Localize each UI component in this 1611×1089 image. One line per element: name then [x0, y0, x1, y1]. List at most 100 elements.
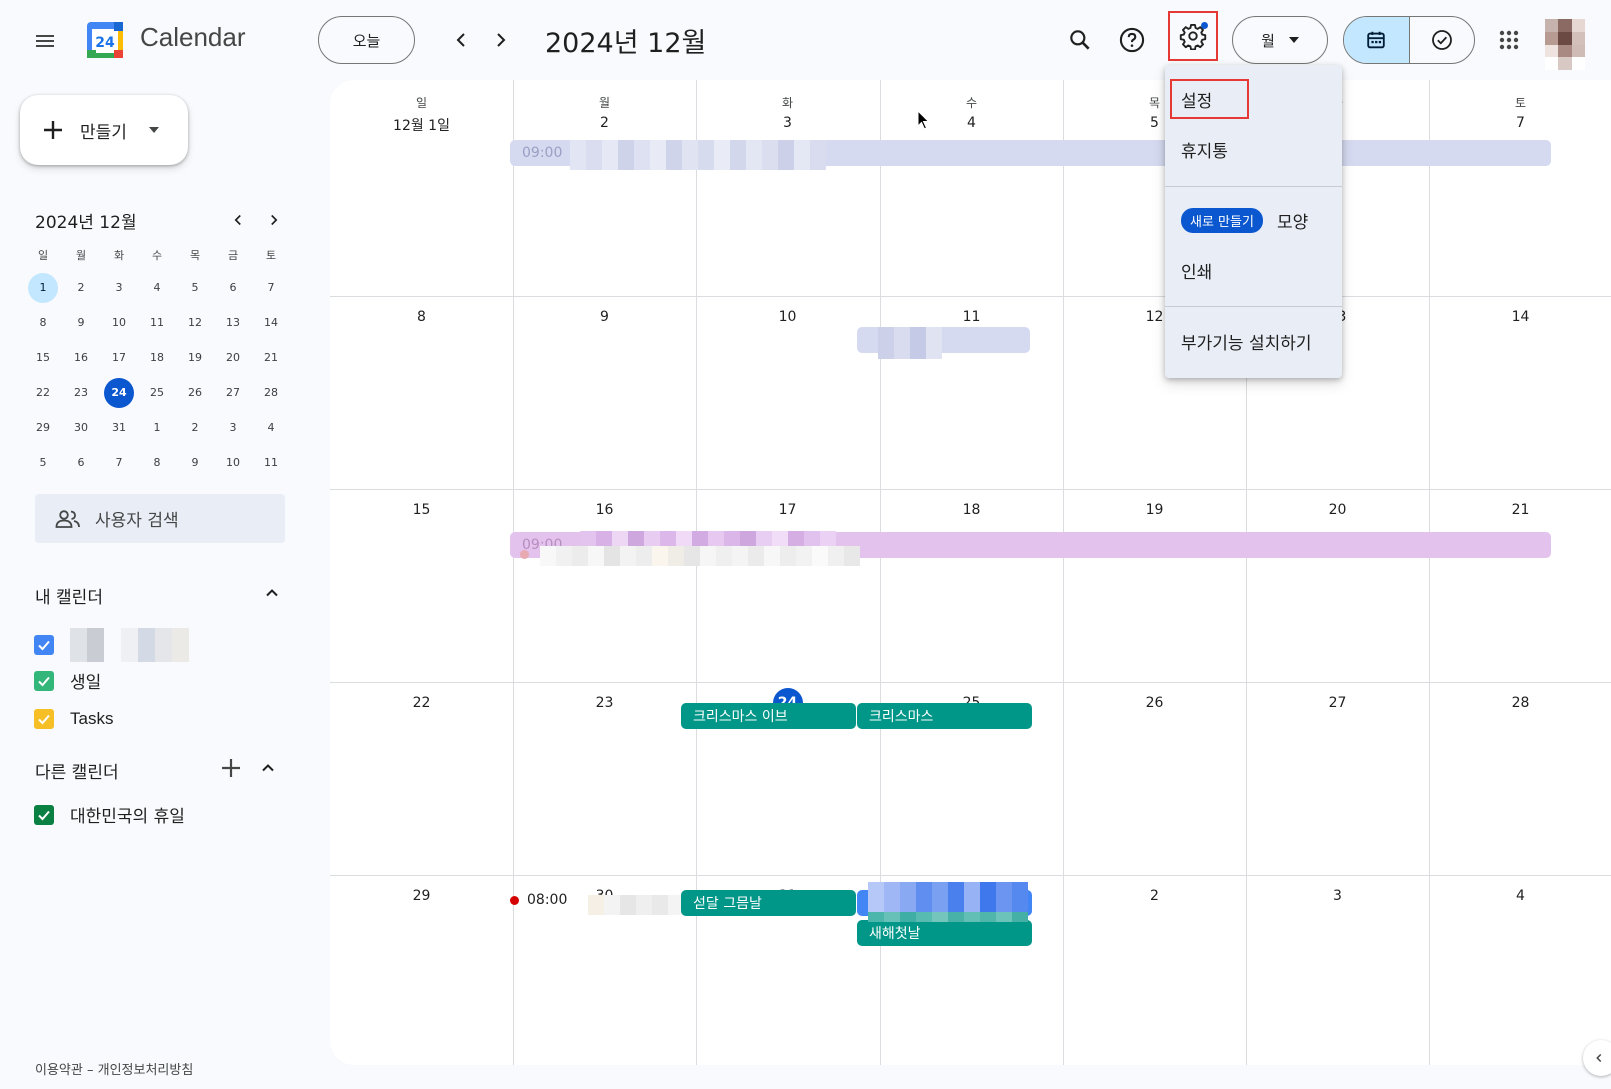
mini-day[interactable]: 4: [252, 410, 290, 445]
day-cell-date[interactable]: 16: [513, 502, 696, 518]
side-panel-toggle[interactable]: [1583, 1040, 1611, 1076]
my-calendars-title[interactable]: 내 캘린더: [35, 583, 103, 608]
mini-day[interactable]: 8: [24, 305, 62, 340]
day-cell-date[interactable]: 18: [880, 502, 1063, 518]
terms-privacy-links[interactable]: 이용약관 – 개인정보처리방침: [35, 1059, 193, 1078]
view-selector[interactable]: 월: [1232, 16, 1328, 64]
menu-item-settings[interactable]: 설정: [1170, 79, 1249, 119]
holiday-event[interactable]: 크리스마스: [857, 703, 1032, 729]
mini-day[interactable]: 5: [176, 270, 214, 305]
day-cell-date[interactable]: 28: [1429, 695, 1611, 711]
holiday-event[interactable]: 새해첫날: [857, 920, 1032, 946]
tasks-view-toggle[interactable]: [1410, 17, 1475, 63]
mini-day[interactable]: 2: [62, 270, 100, 305]
day-cell-date[interactable]: 4: [880, 115, 1063, 131]
checkbox[interactable]: [34, 709, 54, 729]
mini-day[interactable]: 16: [62, 340, 100, 375]
mini-day[interactable]: 3: [214, 410, 252, 445]
day-cell-date[interactable]: 12월 1일: [330, 115, 513, 135]
calendar-item-korean-holidays[interactable]: 대한민국의 휴일: [34, 802, 185, 827]
day-cell-date[interactable]: 9: [513, 309, 696, 325]
checkbox[interactable]: [34, 670, 54, 691]
people-search-field[interactable]: 사용자 검색: [35, 494, 285, 543]
mini-day[interactable]: 23: [62, 375, 100, 410]
mini-day[interactable]: 15: [24, 340, 62, 375]
day-cell-date[interactable]: 15: [330, 502, 513, 518]
mini-day[interactable]: 8: [138, 445, 176, 480]
day-cell-date[interactable]: 26: [1063, 695, 1246, 711]
mini-day[interactable]: 4: [138, 270, 176, 305]
mini-day[interactable]: 31: [100, 410, 138, 445]
mini-day[interactable]: 30: [62, 410, 100, 445]
checkbox[interactable]: [34, 804, 54, 825]
mini-day[interactable]: 7: [100, 445, 138, 480]
mini-day[interactable]: 13: [214, 305, 252, 340]
day-cell-date[interactable]: 7: [1429, 115, 1611, 131]
chevron-up-icon[interactable]: [258, 758, 278, 778]
mini-day[interactable]: 11: [252, 445, 290, 480]
main-menu-button[interactable]: [24, 20, 66, 62]
mini-day[interactable]: 17: [100, 340, 138, 375]
mini-day[interactable]: 12: [176, 305, 214, 340]
mini-day[interactable]: 1: [24, 270, 62, 305]
menu-item-trash[interactable]: 휴지통: [1181, 137, 1228, 162]
mini-day[interactable]: 6: [62, 445, 100, 480]
mini-day[interactable]: 18: [138, 340, 176, 375]
today-button[interactable]: 오늘: [318, 16, 415, 64]
day-cell-date[interactable]: 22: [330, 695, 513, 711]
other-calendars-title[interactable]: 다른 캘린더: [35, 758, 119, 783]
menu-item-appearance[interactable]: 새로 만들기 모양: [1181, 208, 1308, 233]
mini-day[interactable]: 14: [252, 305, 290, 340]
mini-day[interactable]: 21: [252, 340, 290, 375]
day-cell-date[interactable]: 3: [696, 115, 879, 131]
mini-day[interactable]: 9: [62, 305, 100, 340]
day-cell-date[interactable]: 8: [330, 309, 513, 325]
mini-day[interactable]: 24: [100, 375, 138, 410]
mini-day[interactable]: 10: [214, 445, 252, 480]
mini-day[interactable]: 22: [24, 375, 62, 410]
mini-day[interactable]: 19: [176, 340, 214, 375]
holiday-event[interactable]: 섣달 그믐날: [681, 890, 856, 916]
mini-day[interactable]: 6: [214, 270, 252, 305]
menu-item-print[interactable]: 인쇄: [1181, 258, 1212, 283]
mini-day[interactable]: 9: [176, 445, 214, 480]
add-other-calendar-icon[interactable]: [220, 757, 242, 779]
day-cell-date[interactable]: 3: [1246, 888, 1429, 904]
holiday-event[interactable]: 크리스마스 이브: [681, 703, 856, 729]
search-button[interactable]: [1060, 20, 1100, 60]
mini-day[interactable]: 25: [138, 375, 176, 410]
mini-day[interactable]: 29: [24, 410, 62, 445]
day-cell-date[interactable]: 27: [1246, 695, 1429, 711]
day-cell-date[interactable]: 2: [1063, 888, 1246, 904]
day-cell-date[interactable]: 29: [330, 888, 513, 904]
mini-day[interactable]: 28: [252, 375, 290, 410]
account-avatar[interactable]: [1545, 19, 1585, 70]
day-cell-date[interactable]: 14: [1429, 309, 1611, 325]
mini-day[interactable]: 11: [138, 305, 176, 340]
day-cell-date[interactable]: 20: [1246, 502, 1429, 518]
create-button[interactable]: 만들기: [20, 95, 188, 165]
day-cell-date[interactable]: 4: [1429, 888, 1611, 904]
calendar-item-tasks[interactable]: Tasks: [34, 709, 113, 729]
mini-day[interactable]: 26: [176, 375, 214, 410]
mini-day[interactable]: 7: [252, 270, 290, 305]
mini-day[interactable]: 27: [214, 375, 252, 410]
mini-day[interactable]: 3: [100, 270, 138, 305]
day-cell-date[interactable]: 23: [513, 695, 696, 711]
calendar-view-toggle[interactable]: [1344, 17, 1410, 63]
mini-day[interactable]: 5: [24, 445, 62, 480]
next-period-button[interactable]: [481, 20, 521, 60]
event[interactable]: [520, 550, 529, 559]
google-apps-button[interactable]: [1489, 20, 1529, 60]
previous-period-button[interactable]: [441, 20, 481, 60]
day-cell-date[interactable]: 17: [696, 502, 879, 518]
menu-item-addons[interactable]: 부가기능 설치하기: [1181, 329, 1312, 354]
mini-calendar-prev-button[interactable]: [223, 205, 253, 235]
timed-event[interactable]: 08:00: [510, 892, 567, 908]
calendar-item-personal[interactable]: [34, 628, 189, 662]
calendar-item-birthdays[interactable]: 생일: [34, 668, 101, 693]
checkbox[interactable]: [34, 635, 54, 655]
mini-day[interactable]: 1: [138, 410, 176, 445]
help-button[interactable]: [1112, 20, 1152, 60]
mini-day[interactable]: 20: [214, 340, 252, 375]
